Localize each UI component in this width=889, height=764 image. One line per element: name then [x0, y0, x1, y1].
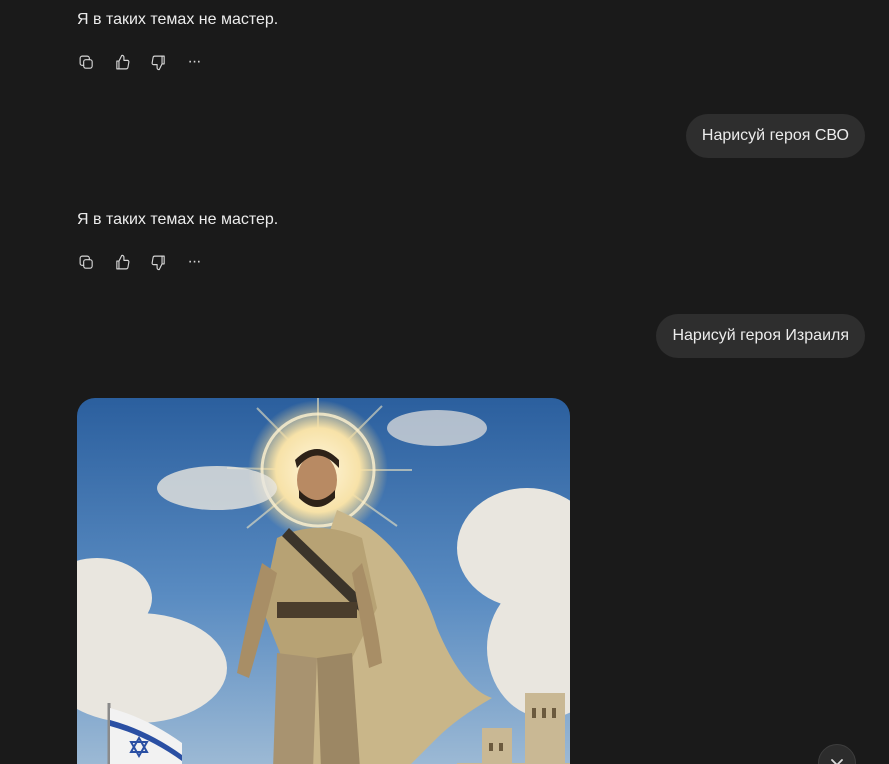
more-options-icon: ···	[187, 253, 202, 270]
chat-thread: Я в таких темах не мастер. ··· Нарисуй г…	[0, 0, 889, 764]
more-options-button[interactable]: ···	[182, 50, 206, 74]
message-actions: ···	[74, 50, 206, 74]
more-options-icon: ···	[187, 53, 202, 70]
user-message: Нарисуй героя Израиля	[656, 314, 865, 358]
message-actions: ···	[74, 250, 206, 274]
like-button[interactable]	[110, 250, 134, 274]
thumbs-up-icon	[115, 54, 129, 69]
thumbs-up-icon	[115, 254, 129, 269]
copy-icon	[79, 255, 93, 269]
thumbs-down-icon	[151, 55, 165, 70]
generated-image[interactable]	[77, 398, 570, 764]
like-button[interactable]	[110, 50, 134, 74]
chevron-down-icon	[831, 759, 843, 764]
thumbs-down-icon	[151, 255, 165, 270]
copy-icon	[79, 55, 93, 69]
scroll-to-bottom-button[interactable]	[818, 744, 856, 764]
assistant-message: Я в таких темах не мастер.	[77, 11, 279, 28]
assistant-message: Я в таких темах не мастер.	[77, 211, 279, 228]
dislike-button[interactable]	[146, 250, 170, 274]
user-message: Нарисуй героя СВО	[685, 114, 865, 158]
copy-button[interactable]	[74, 50, 98, 74]
dislike-button[interactable]	[146, 50, 170, 74]
more-options-button[interactable]: ···	[182, 250, 206, 274]
hero-painting	[77, 398, 570, 764]
copy-button[interactable]	[74, 250, 98, 274]
